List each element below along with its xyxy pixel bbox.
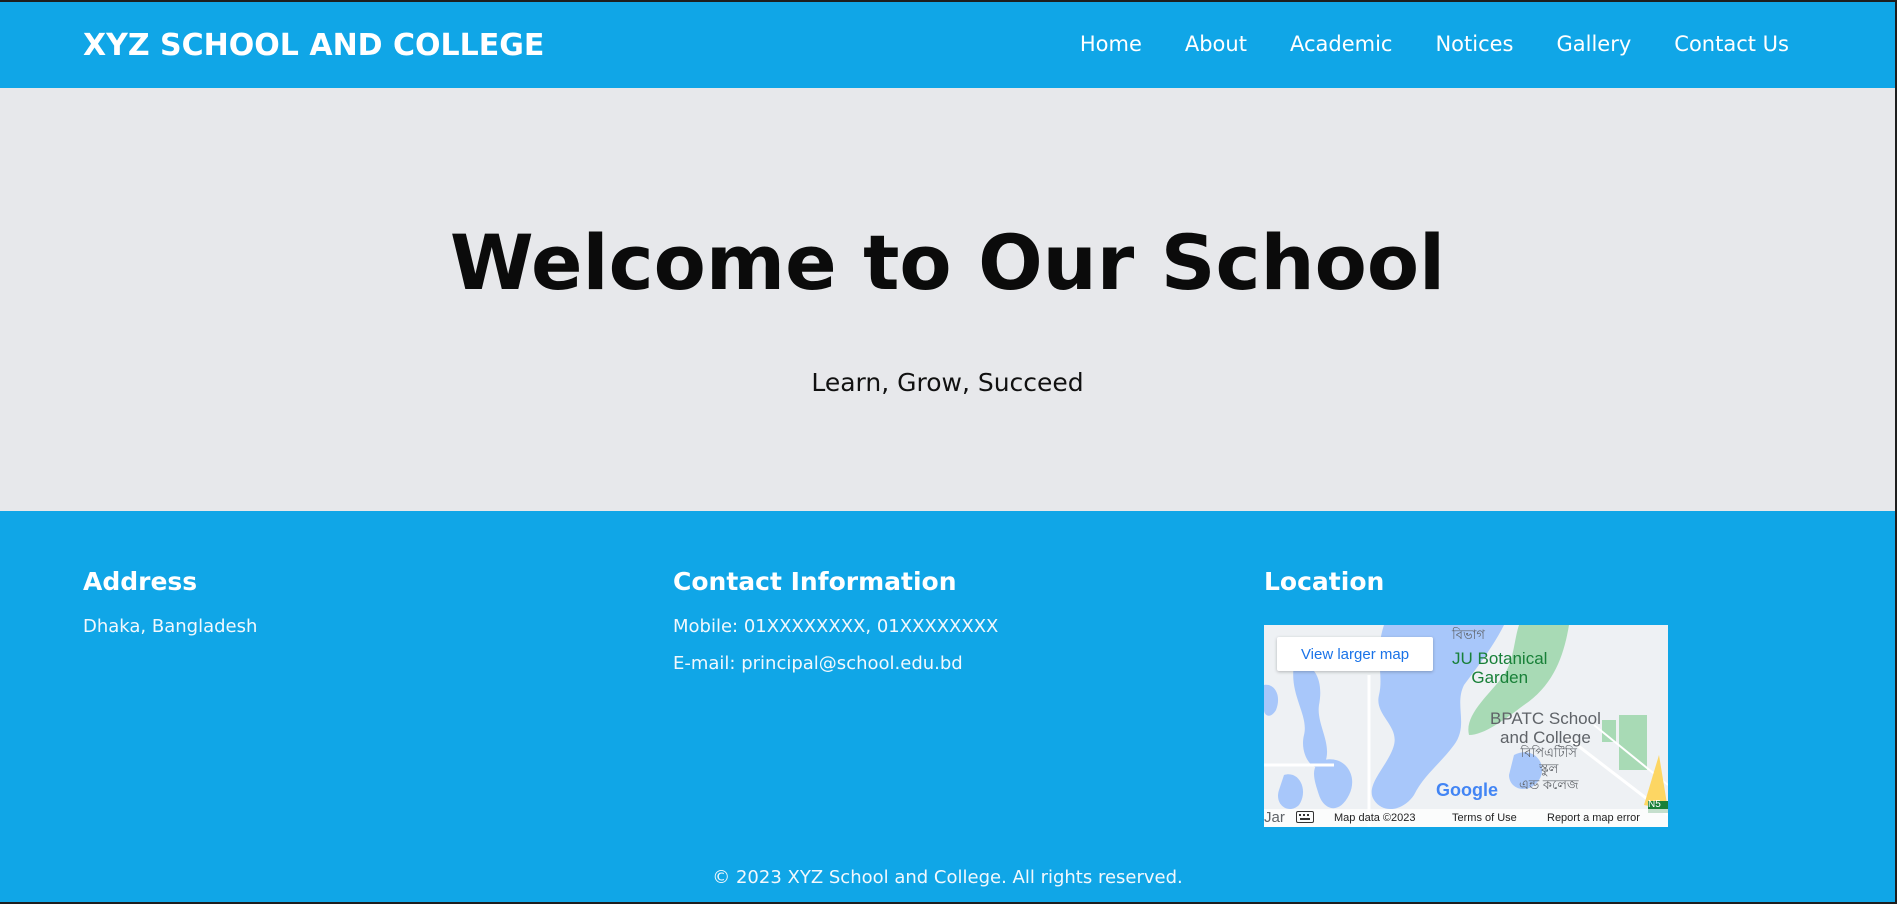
main-nav: Home About Academic Notices Gallery Cont… — [1080, 32, 1789, 56]
map-partial-label: Jar — [1264, 809, 1285, 826]
google-logo: Google — [1436, 780, 1498, 800]
map-data-text: Map data ©2023 — [1334, 812, 1416, 824]
footer-contact: Contact Information Mobile: 01XXXXXXXX, … — [673, 567, 998, 674]
site-brand[interactable]: XYZ SCHOOL AND COLLEGE — [83, 28, 544, 63]
map-label-school[interactable]: BPATC School and College — [1490, 709, 1601, 747]
nav-about[interactable]: About — [1185, 32, 1247, 56]
map-road-badge: N5 — [1648, 799, 1661, 810]
hero-title: Welcome to Our School — [449, 218, 1446, 307]
location-heading: Location — [1264, 567, 1385, 596]
nav-home[interactable]: Home — [1080, 32, 1142, 56]
map-report-error-link[interactable]: Report a map error — [1547, 812, 1640, 824]
nav-notices[interactable]: Notices — [1435, 32, 1513, 56]
copyright-text: © 2023 XYZ School and College. All right… — [712, 867, 1183, 888]
map-attribution-bar: Jar Map data ©2023 Terms of Use Report a… — [1264, 809, 1668, 827]
map-terms-link[interactable]: Terms of Use — [1452, 812, 1517, 824]
footer-location: Location View larger map JU Botanical Ga… — [1264, 567, 1668, 827]
site-footer: Address Dhaka, Bangladesh Contact Inform… — [0, 511, 1895, 902]
embedded-map[interactable]: View larger map JU Botanical Garden BPAT… — [1264, 625, 1668, 827]
nav-academic[interactable]: Academic — [1290, 32, 1393, 56]
hero-section: Welcome to Our School Learn, Grow, Succe… — [0, 88, 1895, 511]
address-text: Dhaka, Bangladesh — [83, 616, 258, 637]
view-larger-map-button[interactable]: View larger map — [1277, 637, 1433, 671]
hero-subtitle: Learn, Grow, Succeed — [811, 368, 1084, 397]
page: XYZ SCHOOL AND COLLEGE Home About Academ… — [0, 2, 1895, 902]
top-navbar: XYZ SCHOOL AND COLLEGE Home About Academ… — [0, 2, 1895, 88]
address-heading: Address — [83, 567, 198, 596]
keyboard-shortcuts-icon[interactable] — [1296, 811, 1314, 826]
nav-gallery[interactable]: Gallery — [1557, 32, 1632, 56]
map-label-top-bn: বিভাগ — [1452, 627, 1485, 642]
nav-contact-us[interactable]: Contact Us — [1674, 32, 1789, 56]
map-label-school-bn: বিপিএটিসি স্কুল এন্ড কলেজ — [1519, 745, 1579, 792]
contact-heading: Contact Information — [673, 567, 957, 596]
footer-address: Address Dhaka, Bangladesh — [83, 567, 257, 637]
contact-email[interactable]: E-mail: principal@school.edu.bd — [673, 653, 998, 674]
map-label-garden: JU Botanical Garden — [1452, 649, 1548, 687]
contact-mobile: Mobile: 01XXXXXXXX, 01XXXXXXXX — [673, 616, 999, 637]
